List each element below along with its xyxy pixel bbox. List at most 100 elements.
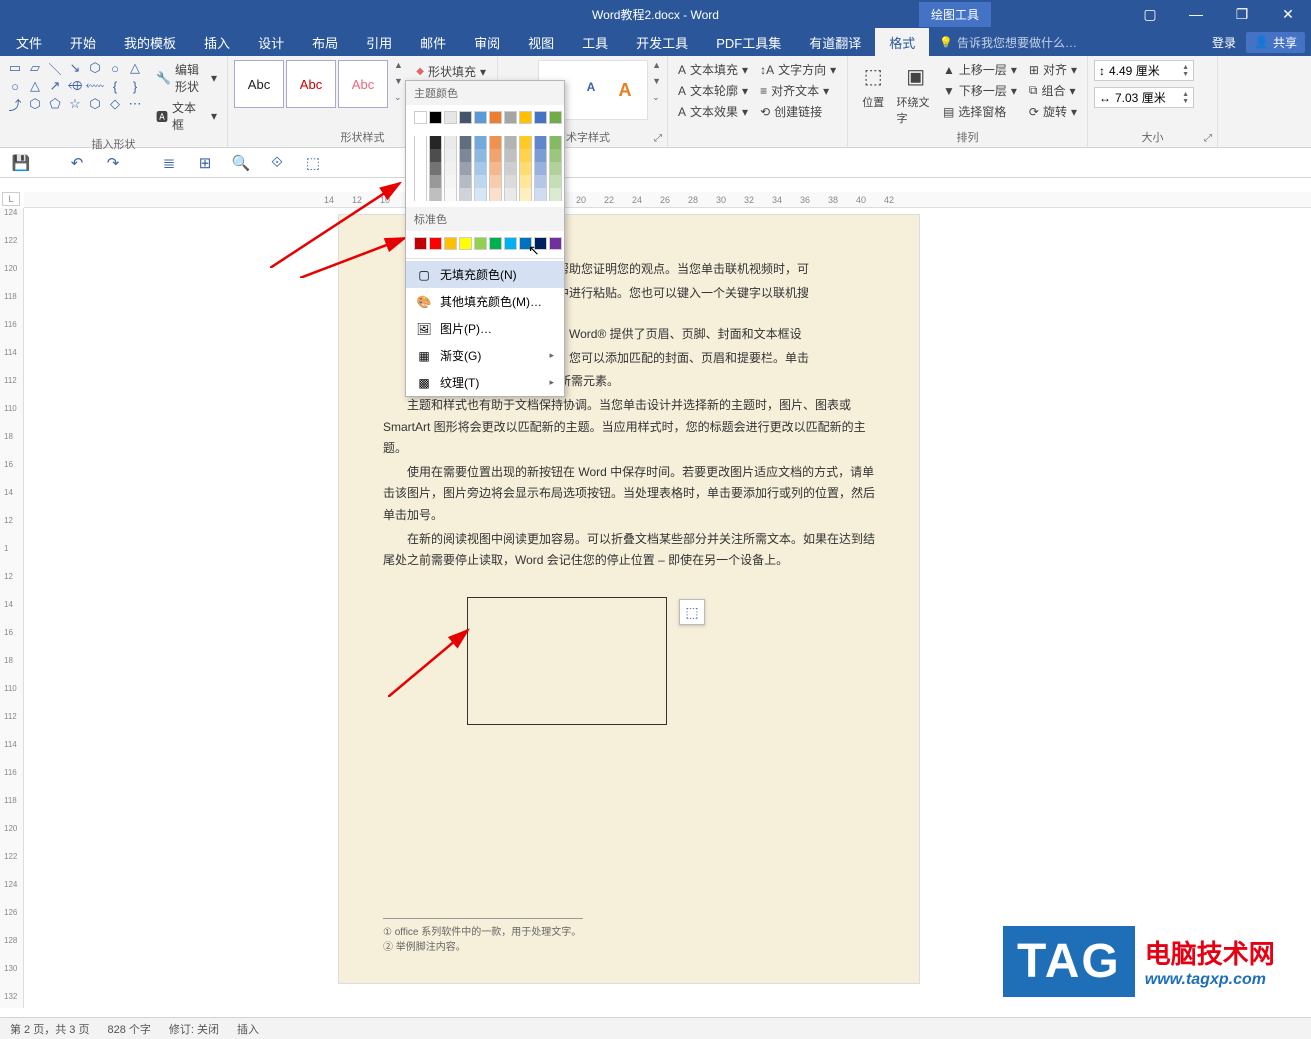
color-swatch[interactable] — [429, 111, 442, 124]
color-swatch[interactable] — [414, 162, 427, 175]
color-swatch[interactable] — [444, 188, 457, 201]
color-swatch[interactable] — [504, 111, 517, 124]
text-effects-button[interactable]: A 文本效果 ▾ — [674, 102, 752, 121]
tell-me-input[interactable]: 告诉我您想要做什么… — [939, 34, 1077, 51]
color-swatch[interactable] — [534, 162, 547, 175]
create-link-button[interactable]: ⟲ 创建链接 — [756, 102, 840, 121]
align-button[interactable]: ⊞ 对齐 ▾ — [1025, 60, 1081, 79]
color-swatch[interactable] — [519, 188, 532, 201]
tab-file[interactable]: 文件 — [2, 28, 56, 56]
style-preset[interactable]: Abc — [286, 60, 336, 108]
minimize-icon[interactable]: — — [1173, 0, 1219, 28]
color-swatch[interactable] — [549, 237, 562, 250]
color-swatch[interactable] — [549, 149, 562, 162]
color-swatch[interactable] — [429, 162, 442, 175]
color-swatch[interactable] — [429, 136, 442, 149]
rotate-button[interactable]: ⟳ 旋转 ▾ — [1025, 102, 1081, 121]
qat-icon[interactable]: ⊞ — [194, 152, 216, 174]
tab-mytemplates[interactable]: 我的模板 — [110, 28, 190, 56]
color-swatch[interactable] — [414, 175, 427, 188]
tab-references[interactable]: 引用 — [352, 28, 406, 56]
page-status[interactable]: 第 2 页，共 3 页 — [10, 1021, 89, 1037]
color-swatch[interactable] — [504, 237, 517, 250]
tab-layout[interactable]: 布局 — [298, 28, 352, 56]
color-swatch[interactable] — [489, 188, 502, 201]
color-swatch[interactable] — [444, 149, 457, 162]
color-swatch[interactable] — [519, 237, 532, 250]
color-swatch[interactable] — [504, 175, 517, 188]
style-preset[interactable]: Abc — [234, 60, 284, 108]
picture-fill-item[interactable]: 🖼 图片(P)… — [406, 315, 564, 342]
color-swatch[interactable] — [459, 111, 472, 124]
position-button[interactable]: ⬚位置 — [854, 60, 892, 110]
qat-icon[interactable]: ⬚ — [302, 152, 324, 174]
color-swatch[interactable] — [474, 111, 487, 124]
color-swatch[interactable] — [444, 175, 457, 188]
color-swatch[interactable] — [504, 162, 517, 175]
color-swatch[interactable] — [474, 188, 487, 201]
color-swatch[interactable] — [459, 175, 472, 188]
login-button[interactable]: 登录 — [1212, 34, 1236, 51]
color-swatch[interactable] — [534, 175, 547, 188]
redo-icon[interactable]: ↷ — [102, 152, 124, 174]
bring-forward-button[interactable]: ▲ 上移一层 ▾ — [939, 60, 1021, 79]
color-swatch[interactable] — [474, 162, 487, 175]
color-swatch[interactable] — [549, 162, 562, 175]
color-swatch[interactable] — [489, 111, 502, 124]
align-text-button[interactable]: ≡ 对齐文本 ▾ — [756, 81, 840, 100]
tab-review[interactable]: 审阅 — [460, 28, 514, 56]
color-swatch[interactable] — [534, 136, 547, 149]
tab-mail[interactable]: 邮件 — [406, 28, 460, 56]
wrap-text-button[interactable]: ▣环绕文字 — [896, 60, 934, 126]
restore-icon[interactable]: ❐ — [1219, 0, 1265, 28]
color-swatch[interactable] — [414, 188, 427, 201]
color-swatch[interactable] — [429, 175, 442, 188]
vertical-ruler[interactable]: 1241221201181161141121101816141211214161… — [0, 208, 24, 1008]
color-swatch[interactable] — [549, 175, 562, 188]
text-outline-button[interactable]: A 文本轮廓 ▾ — [674, 81, 752, 100]
text-fill-button[interactable]: A 文本填充 ▾ — [674, 60, 752, 79]
revision-status[interactable]: 修订: 关闭 — [169, 1021, 219, 1037]
color-swatch[interactable] — [489, 136, 502, 149]
tab-insert[interactable]: 插入 — [190, 28, 244, 56]
edit-shape-button[interactable]: 🔧 编辑形状 ▾ — [152, 60, 221, 96]
color-swatch[interactable] — [534, 188, 547, 201]
color-swatch[interactable] — [414, 237, 427, 250]
gallery-down-icon[interactable]: ▼ — [652, 76, 661, 86]
color-swatch[interactable] — [474, 149, 487, 162]
tab-tools[interactable]: 工具 — [568, 28, 622, 56]
ruler-corner[interactable]: L — [2, 192, 20, 206]
insert-mode[interactable]: 插入 — [237, 1021, 259, 1037]
dialog-launcher-icon[interactable]: ⤢ — [651, 131, 665, 145]
share-button[interactable]: 👤 共享 — [1246, 32, 1305, 53]
color-swatch[interactable] — [444, 136, 457, 149]
color-swatch[interactable] — [474, 175, 487, 188]
color-swatch[interactable] — [459, 237, 472, 250]
texture-fill-item[interactable]: ▩ 纹理(T) ▸ — [406, 369, 564, 396]
text-direction-button[interactable]: ↕A 文字方向 ▾ — [756, 60, 840, 79]
color-swatch[interactable] — [429, 188, 442, 201]
gallery-more-icon[interactable]: ⌄ — [394, 92, 403, 103]
color-swatch[interactable] — [489, 149, 502, 162]
color-swatch[interactable] — [459, 188, 472, 201]
gallery-down-icon[interactable]: ▼ — [394, 76, 403, 86]
color-swatch[interactable] — [489, 162, 502, 175]
gradient-fill-item[interactable]: ▦ 渐变(G) ▸ — [406, 342, 564, 369]
color-swatch[interactable] — [519, 149, 532, 162]
color-swatch[interactable] — [519, 136, 532, 149]
color-swatch[interactable] — [534, 237, 547, 250]
color-swatch[interactable] — [549, 136, 562, 149]
gallery-up-icon[interactable]: ▲ — [394, 60, 403, 70]
color-swatch[interactable] — [504, 149, 517, 162]
tab-format[interactable]: 格式 — [875, 28, 929, 56]
word-count[interactable]: 828 个字 — [107, 1021, 150, 1037]
tab-pdf[interactable]: PDF工具集 — [702, 28, 795, 56]
more-colors-item[interactable]: 🎨 其他填充颜色(M)… — [406, 288, 564, 315]
color-swatch[interactable] — [429, 149, 442, 162]
color-swatch[interactable] — [474, 237, 487, 250]
layout-options-button[interactable]: ⬚ — [679, 599, 705, 625]
color-swatch[interactable] — [489, 237, 502, 250]
color-swatch[interactable] — [459, 149, 472, 162]
color-swatch[interactable] — [459, 136, 472, 149]
close-icon[interactable]: ✕ — [1265, 0, 1311, 28]
